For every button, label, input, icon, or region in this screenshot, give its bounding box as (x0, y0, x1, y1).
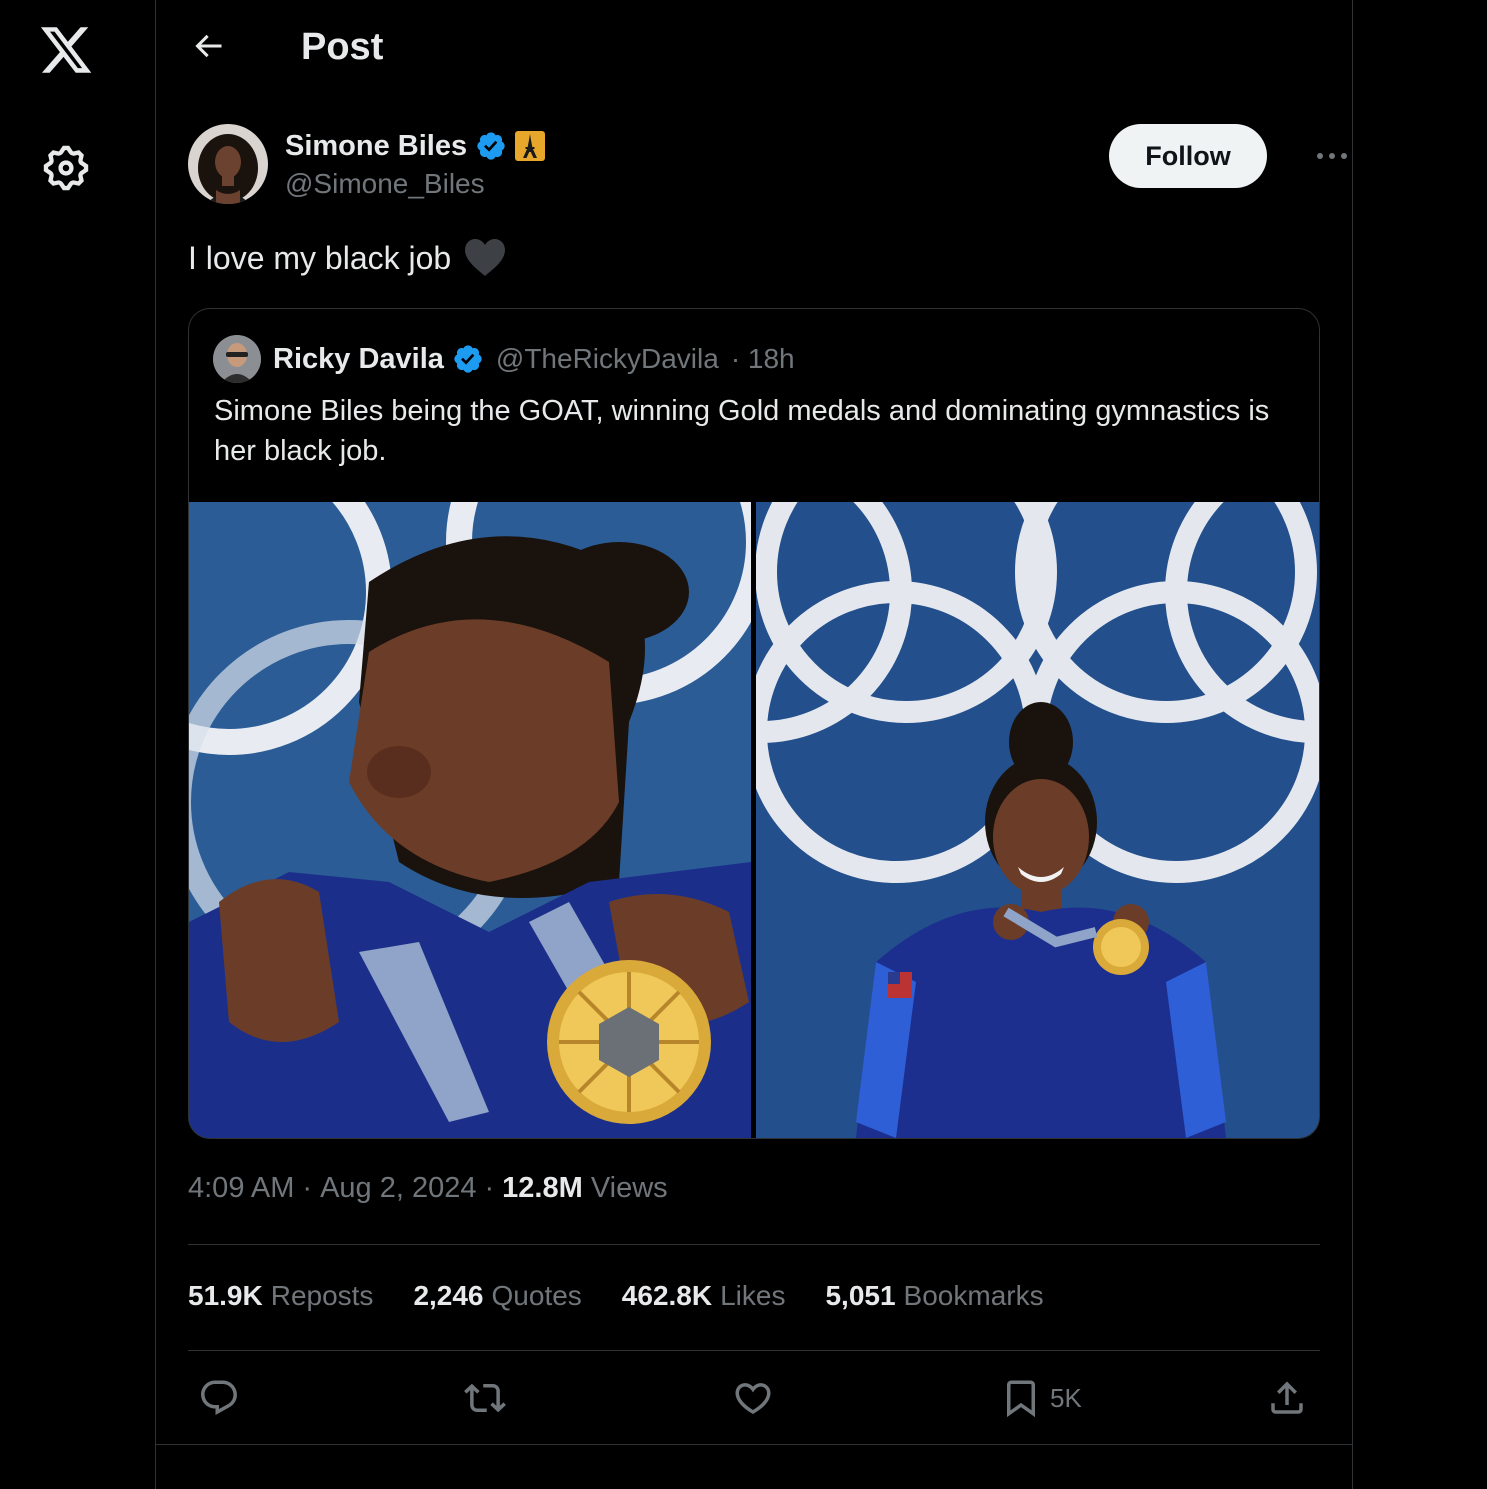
stat-count: 462.8K (621, 1280, 713, 1311)
share-button[interactable] (1266, 1372, 1308, 1424)
quoted-display-name: Ricky Davila (273, 342, 444, 375)
black-heart-icon (465, 239, 506, 276)
post-timestamp: 4:09 AM · Aug 2, 2024 · 12.8M Views (188, 1172, 668, 1205)
olympic-rings-photo[interactable] (756, 502, 1319, 1138)
bookmark-icon (1007, 1380, 1035, 1418)
left-nav-rail (0, 0, 155, 1489)
stat-label: Bookmarks (903, 1280, 1044, 1311)
stat-count: 51.9K (188, 1280, 263, 1311)
x-logo-icon[interactable] (38, 22, 94, 78)
reply-icon (201, 1380, 237, 1415)
verified-badge-icon (477, 132, 505, 160)
avatar[interactable] (188, 124, 268, 204)
right-column-divider (1352, 0, 1353, 1489)
repost-icon (464, 1383, 506, 1413)
author-display-name[interactable]: Simone Biles (285, 130, 467, 163)
post-text-content: I love my black job (188, 239, 452, 276)
post-date[interactable]: Aug 2, 2024 (320, 1172, 476, 1205)
stat-label: Quotes (491, 1280, 582, 1311)
meta-dot: · (302, 1172, 313, 1204)
gear-icon[interactable] (40, 142, 92, 194)
post-stats: 51.9K Reposts 2,246 Quotes 462.8K Likes 5,0… (188, 1280, 1044, 1312)
post-actions-bar: 5K (188, 1372, 1320, 1428)
eiffel-tower-badge-icon (515, 131, 546, 161)
verified-badge-icon (454, 345, 482, 373)
bookmark-count: 5K (1050, 1382, 1082, 1413)
follow-button[interactable]: Follow (1109, 124, 1267, 188)
views-label: Views (590, 1172, 668, 1204)
quoted-post[interactable]: Ricky Davila @TheRickyDavila · 18h Simon… (188, 308, 1320, 1139)
stat-count: 2,246 (413, 1280, 484, 1311)
stat-likes[interactable]: 462.8K Likes (622, 1280, 786, 1312)
quoted-handle: @TheRickyDavila (495, 343, 719, 374)
heart-icon (735, 1383, 771, 1415)
page-title: Post (301, 26, 384, 68)
stat-bookmarks[interactable]: 5,051 Bookmarks (825, 1280, 1043, 1312)
divider (188, 1350, 1320, 1351)
reply-button[interactable] (198, 1372, 240, 1424)
medal-closeup-photo[interactable] (189, 502, 751, 1138)
stat-reposts[interactable]: 51.9K Reposts (188, 1280, 373, 1312)
stat-label: Reposts (270, 1280, 374, 1311)
author-handle[interactable]: @Simone_Biles (285, 168, 485, 200)
divider (188, 1244, 1320, 1245)
quoted-time: · 18h (730, 343, 795, 374)
quoted-media (189, 502, 1319, 1138)
meta-dot: · (484, 1172, 495, 1204)
repost-button[interactable] (464, 1372, 506, 1424)
bookmark-button[interactable]: 5K (1000, 1372, 1082, 1424)
more-options-icon[interactable] (1314, 144, 1350, 168)
quoted-avatar[interactable] (213, 335, 261, 383)
post-text: I love my black job (188, 238, 507, 278)
stat-count: 5,051 (825, 1280, 896, 1311)
quoted-post-header: Ricky Davila @TheRickyDavila · 18h (213, 333, 795, 385)
stat-quotes[interactable]: 2,246 Quotes (413, 1280, 581, 1312)
post-time[interactable]: 4:09 AM (188, 1172, 294, 1205)
author-name-row: Simone Biles (285, 126, 546, 166)
views-count: 12.8M (502, 1172, 583, 1204)
views-count-group: 12.8M Views (502, 1172, 668, 1205)
post-author: Simone Biles @Simone_Biles Follow (188, 124, 1347, 208)
page-header: Post (156, 0, 1352, 95)
stat-label: Likes (720, 1280, 786, 1311)
like-button[interactable] (732, 1372, 774, 1424)
back-arrow-icon[interactable] (190, 28, 226, 64)
quoted-text: Simone Biles being the GOAT, winning Gol… (214, 395, 1270, 467)
post-detail-column: Post Simone Biles @Simone_Biles Follow I… (156, 0, 1352, 1489)
divider (156, 1444, 1352, 1445)
share-icon (1271, 1381, 1303, 1414)
